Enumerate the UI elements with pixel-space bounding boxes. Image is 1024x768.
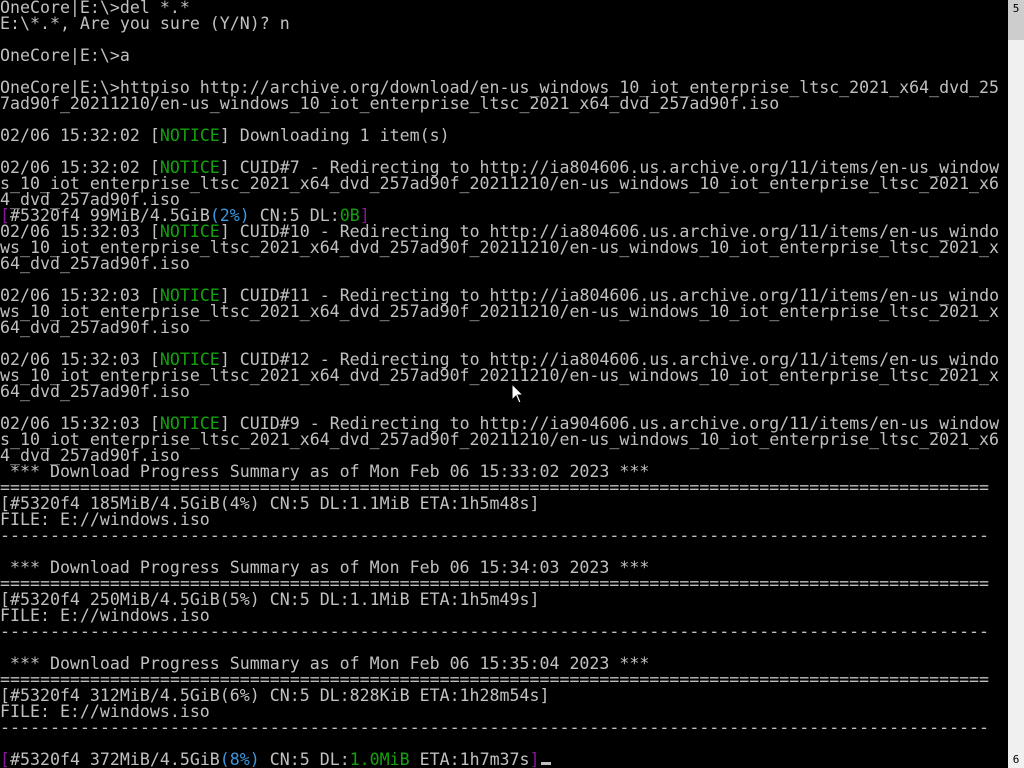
console-line: ----------------------------------------… [0,622,999,641]
console-text: ETA:1h7m37s [409,750,530,768]
console-text: 02/06 15:32:02 [ [0,126,160,145]
scrollbar-marker-bottom: 6 [1012,753,1020,766]
console-text: CN:5 DL: [259,750,350,768]
console-line: ----------------------------------------… [0,526,999,545]
console-line: ----------------------------------------… [0,718,999,737]
vertical-scrollbar[interactable]: 5 6 [1008,0,1024,768]
console-text: ----------------------------------------… [0,622,990,641]
console-text: (8%) [219,750,260,768]
console-text: 64_dvd_257ad90f.iso [0,254,190,273]
console-text: [ [0,750,10,768]
console-line: 64_dvd_257ad90f.iso [0,382,999,401]
console-line: OneCore|E:\>a [0,46,999,65]
console-text: NOTICE [159,126,220,145]
console-text: ] [529,750,540,768]
console-line: E:\*.*, Are you sure (Y/N)? n [0,14,999,33]
console-text: 64_dvd_257ad90f.iso [0,382,190,401]
console-text: 64_dvd_257ad90f.iso [0,318,190,337]
console-line: 64_dvd_257ad90f.iso [0,318,999,337]
console-line: 02/06 15:32:02 [NOTICE] Downloading 1 it… [0,126,999,145]
console-text: ----------------------------------------… [0,526,990,545]
console-output[interactable]: OneCore|E:\>del *.* E:\*.*, Are you sure … [0,0,999,768]
text-cursor-icon [540,762,551,765]
console-text: 7ad90f_20211210/en-us_windows_10_iot_ent… [0,94,780,113]
console-text: ] Downloading 1 item(s) [219,126,450,145]
console-line: 64_dvd_257ad90f.iso [0,254,999,273]
console-text: E:\*.*, Are you sure (Y/N)? n [0,14,290,33]
console-text: OneCore|E:\>a [0,46,130,65]
scrollbar-marker-top: 5 [1012,2,1020,15]
console-window[interactable]: OneCore|E:\>del *.* E:\*.*, Are you sure … [0,0,1008,768]
console-line: [#5320f4 372MiB/4.5GiB(8%) CN:5 DL:1.0Mi… [0,750,999,768]
mouse-pointer-icon [511,383,525,404]
console-text: 1.0MiB [349,750,410,768]
console-text: #5320f4 372MiB/4.5GiB [10,750,220,768]
console-text: ----------------------------------------… [0,718,990,737]
console-line: 7ad90f_20211210/en-us_windows_10_iot_ent… [0,94,999,113]
